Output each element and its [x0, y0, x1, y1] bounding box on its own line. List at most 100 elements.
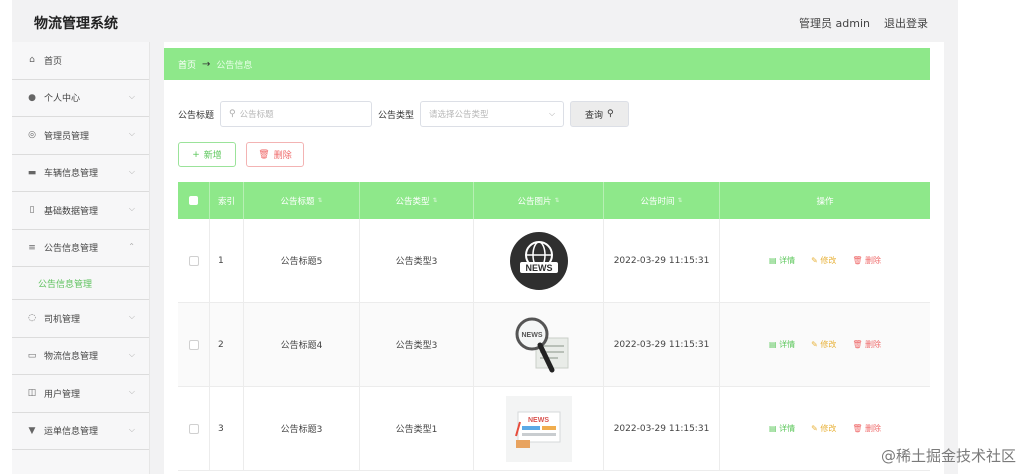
sidebar-item-label: 管理员管理 [44, 131, 90, 142]
delete-button-label: 删除 [273, 151, 292, 161]
breadcrumb-home[interactable]: 首页 [178, 58, 196, 71]
sidebar-item-driver[interactable]: ◌ 司机管理 ⌵ [12, 300, 149, 338]
delete-link[interactable]: 🗑 删除 [852, 339, 881, 350]
row-title: 公告标题3 [244, 387, 360, 470]
plus-icon: + [192, 149, 200, 160]
row-checkbox[interactable] [178, 387, 210, 470]
edit-link[interactable]: ✎ 修改 [811, 423, 836, 434]
logout-link[interactable]: 退出登录 [884, 15, 928, 31]
row-image[interactable]: NEWS [474, 303, 604, 386]
column-header-time[interactable]: 公告时间 ⇅ [604, 182, 720, 219]
top-bar: 物流管理系统 管理员 admin 退出登录 [12, 0, 958, 42]
sidebar-item-label: 运单信息管理 [44, 427, 99, 438]
breadcrumb: 首页 → 公告信息 [164, 48, 930, 80]
sidebar-item-waybill[interactable]: ▼ 运单信息管理 ⌵ [12, 413, 149, 450]
select-all-checkbox[interactable] [178, 182, 210, 219]
column-header-index: 索引 [210, 182, 244, 219]
list-icon: ≡ [28, 242, 36, 253]
row-image[interactable]: NEWS [474, 219, 604, 302]
delete-button[interactable]: 🗑 删除 [246, 142, 304, 167]
edit-link[interactable]: ✎ 修改 [811, 255, 836, 266]
svg-text:NEWS: NEWS [525, 263, 552, 273]
sort-icon: ⇅ [432, 197, 438, 204]
query-button-label: 查询 [585, 110, 604, 121]
sidebar-item-home[interactable]: ⌂ 首页 [12, 42, 149, 80]
news-board-image: NEWS [505, 395, 572, 462]
chevron-down-icon: ⌵ [128, 129, 135, 138]
chevron-down-icon: ⌵ [548, 109, 556, 118]
news-magnifier-image: NEWS [515, 317, 568, 372]
detail-link[interactable]: ▤ 详情 [769, 339, 795, 350]
column-header-title[interactable]: 公告标题 ⇅ [244, 182, 360, 219]
row-checkbox[interactable] [178, 219, 210, 302]
row-image[interactable]: NEWS [474, 387, 604, 470]
sidebar-item-notice[interactable]: ≡ 公告信息管理 ⌃ [12, 230, 149, 267]
sidebar-item-label: 首页 [44, 56, 63, 67]
chevron-down-icon: ⌵ [128, 166, 135, 176]
trash-icon: 🗑 [258, 149, 270, 160]
row-time: 2022-03-29 11:15:31 [604, 219, 720, 302]
chevron-down-icon: ⌵ [128, 312, 135, 321]
app-frame: 物流管理系统 管理员 admin 退出登录 ⌂ 首页 ● 个人中心 ⌵ ◎ 管理… [12, 0, 958, 474]
sidebar-item-label: 公告信息管理 [44, 244, 99, 255]
breadcrumb-separator: → [202, 58, 211, 70]
sidebar-item-basedata[interactable]: ▯ 基础数据管理 ⌵ [12, 192, 149, 230]
table-header: 索引 公告标题 ⇅ 公告类型 ⇅ 公告图片 ⇅ 公告时间 ⇅ 操作 [178, 182, 930, 219]
breadcrumb-current: 公告信息 [216, 60, 253, 71]
row-time: 2022-03-29 11:15:31 [604, 303, 720, 386]
column-header-type[interactable]: 公告类型 ⇅ [360, 182, 474, 219]
chevron-down-icon: ⌵ [128, 349, 135, 359]
table-row: 2 公告标题4 公告类型3 NEWS 2022-03-29 11:15:31 ▤… [178, 303, 930, 387]
type-filter-label: 公告类型 [378, 110, 415, 121]
detail-link[interactable]: ▤ 详情 [769, 255, 795, 266]
delete-link[interactable]: 🗑 删除 [852, 423, 881, 434]
news-globe-image: NEWS [509, 231, 568, 290]
sidebar-item-users[interactable]: ◫ 用户管理 ⌵ [12, 375, 149, 413]
row-type: 公告类型1 [360, 387, 474, 470]
sidebar-item-profile[interactable]: ● 个人中心 ⌵ [12, 80, 149, 117]
home-icon: ⌂ [29, 55, 35, 66]
data-icon: ▯ [29, 205, 35, 216]
sidebar-item-vehicle[interactable]: ▬ 车辆信息管理 ⌵ [12, 155, 149, 192]
column-header-ops: 操作 [816, 196, 834, 207]
table-row: 1 公告标题5 公告类型3 NEWS 2022-03-29 11:15:31 ▤… [178, 219, 930, 303]
search-icon: ⚲ [229, 109, 236, 119]
title-search-placeholder: 公告标题 [239, 110, 274, 120]
sidebar-item-label: 基础数据管理 [44, 206, 99, 217]
row-type: 公告类型3 [360, 303, 474, 386]
search-icon: ⚲ [607, 109, 614, 119]
driver-icon: ◌ [28, 313, 36, 324]
sidebar-subitem-notice[interactable]: 公告信息管理 [12, 267, 149, 300]
column-header-image[interactable]: 公告图片 ⇅ [474, 182, 604, 219]
row-time: 2022-03-29 11:15:31 [604, 387, 720, 470]
search-bar: 公告标题 ⚲ 公告标题 公告类型 请选择公告类型 ⌵ 查询 ⚲ [178, 100, 629, 128]
main-content: 首页 → 公告信息 公告标题 ⚲ 公告标题 公告类型 请选择公告类型 ⌵ 查询 … [164, 42, 944, 474]
row-type: 公告类型3 [360, 219, 474, 302]
admin-icon: ◎ [28, 130, 36, 141]
type-select-placeholder: 请选择公告类型 [429, 110, 489, 120]
sidebar-item-admin[interactable]: ◎ 管理员管理 ⌵ [12, 117, 149, 155]
row-index: 2 [210, 303, 244, 386]
watermark: @稀土掘金技术社区 [880, 447, 1016, 465]
row-index: 3 [210, 387, 244, 470]
sidebar-item-label: 个人中心 [44, 94, 81, 105]
add-button[interactable]: + 新增 [178, 142, 236, 167]
sidebar-item-logistics[interactable]: ▭ 物流信息管理 ⌵ [12, 338, 149, 375]
sidebar: ⌂ 首页 ● 个人中心 ⌵ ◎ 管理员管理 ⌵ ▬ 车辆信息管理 ⌵ ▯ 基础数… [12, 42, 150, 474]
sort-icon: ⇅ [554, 197, 560, 204]
chevron-down-icon: ⌵ [128, 91, 135, 101]
chevron-up-icon: ⌃ [128, 241, 135, 251]
edit-link[interactable]: ✎ 修改 [811, 339, 836, 350]
query-button[interactable]: 查询 ⚲ [570, 101, 629, 127]
logistics-icon: ▭ [27, 350, 37, 361]
title-search-input[interactable]: ⚲ 公告标题 [220, 101, 373, 127]
row-checkbox[interactable] [178, 303, 210, 386]
add-button-label: 新增 [203, 151, 222, 161]
users-icon: ◫ [27, 388, 37, 399]
row-index: 1 [210, 219, 244, 302]
type-select[interactable]: 请选择公告类型 ⌵ [420, 101, 565, 127]
delete-link[interactable]: 🗑 删除 [852, 255, 881, 266]
waybill-icon: ▼ [28, 425, 36, 436]
user-icon: ● [28, 92, 36, 103]
detail-link[interactable]: ▤ 详情 [769, 423, 795, 434]
